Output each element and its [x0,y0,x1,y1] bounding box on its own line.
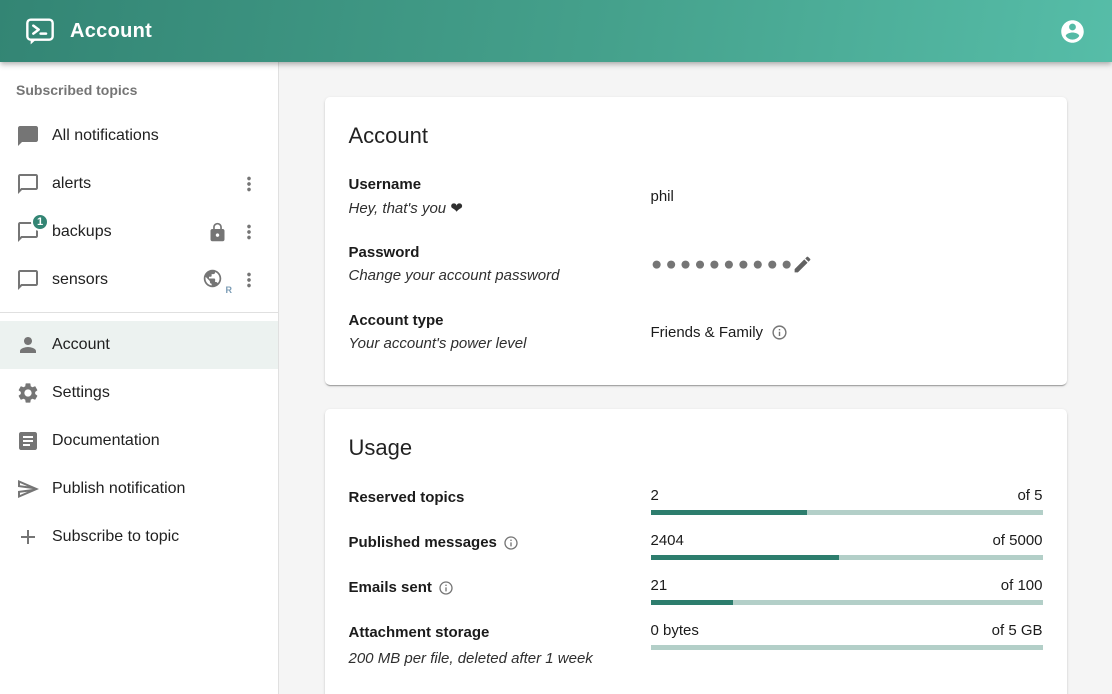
reserved-topics-label: Reserved topics [349,489,651,506]
password-row: Password Change your account password ●●… [349,241,1043,287]
sidebar-item-label: backups [52,223,207,241]
plus-icon [16,525,40,549]
reserved-topics-limit: of 5 [1017,487,1042,504]
more-vert-icon [238,221,260,243]
sidebar-item-subscribe-to-topic[interactable]: Subscribe to topic [0,513,278,561]
account-type-label: Account type [349,312,651,329]
usage-label-text: Attachment storage [349,624,490,641]
sidebar-item-all-notifications[interactable]: All notifications [0,112,278,160]
account-circle-icon [1059,18,1086,45]
usage-label-text: Emails sent [349,579,432,596]
reserved-topics-progressbar [651,510,1043,515]
password-label: Password [349,244,651,261]
username-row: Username Hey, that's you ❤ phil [349,173,1043,219]
account-circle-button[interactable] [1055,14,1090,49]
password-sublabel: Change your account password [349,267,651,284]
chat-bubble-outline-icon: 1 [16,220,40,244]
attachment-storage-sublabel: 200 MB per file, deleted after 1 week [349,650,651,667]
published-messages-limit: of 5000 [992,532,1042,549]
account-type-row: Account type Your account's power level … [349,309,1043,355]
username-label: Username [349,176,651,193]
published-messages-value: 2404 [651,532,684,549]
emails-sent-limit: of 100 [1001,577,1043,594]
published-messages-progressbar [651,555,1043,560]
emails-sent-row: Emails sent 21 of 100 [349,577,1043,605]
usage-card-title: Usage [349,435,1043,461]
usage-label-text: Published messages [349,534,497,551]
backups-menu-button[interactable] [234,217,264,247]
ntfy-logo-icon [24,15,56,47]
more-vert-icon [238,269,260,291]
unread-count-badge: 1 [31,213,49,231]
progress-fill [651,510,808,515]
published-messages-label: Published messages [349,534,651,551]
sidebar-item-label: Documentation [52,432,270,450]
sidebar-item-label: All notifications [52,127,270,145]
sidebar-item-sensors[interactable]: sensors R [0,256,278,304]
attachment-storage-row: Attachment storage 200 MB per file, dele… [349,622,1043,667]
attachment-storage-value: 0 bytes [651,622,699,639]
sidebar-item-label: sensors [52,271,202,289]
chat-bubble-outline-icon [16,268,40,292]
emails-sent-value: 21 [651,577,668,594]
lock-icon [207,222,228,243]
info-icon[interactable] [503,535,519,551]
sidebar-item-label: Account [52,336,270,354]
published-messages-row: Published messages 2404 of 5000 [349,532,1043,560]
reserved-suffix: R [226,285,233,295]
send-icon [16,477,40,501]
progress-fill [651,555,839,560]
subscribed-topics-heading: Subscribed topics [0,82,278,112]
person-icon [16,333,40,357]
article-icon [16,429,40,453]
username-sublabel: Hey, that's you ❤ [349,199,651,217]
password-masked-value: ●●●●●●●●●● [651,253,796,274]
username-value: phil [651,188,674,205]
sidebar-item-label: Publish notification [52,480,270,498]
reserved-topics-row: Reserved topics 2 of 5 [349,487,1043,515]
info-icon[interactable] [438,580,454,596]
sidebar-divider [0,312,278,313]
sidebar-item-account[interactable]: Account [0,321,278,369]
chat-bubble-outline-icon [16,172,40,196]
sensors-menu-button[interactable] [234,265,264,295]
sidebar-item-label: alerts [52,175,234,193]
sidebar-item-label: Settings [52,384,270,402]
attachment-storage-progressbar [651,645,1043,650]
more-vert-icon [238,173,260,195]
account-card: Account Username Hey, that's you ❤ phil … [325,97,1067,385]
sidebar-item-documentation[interactable]: Documentation [0,417,278,465]
account-type-value: Friends & Family [651,324,764,341]
app-header: Account [0,0,1112,62]
account-card-title: Account [349,123,1043,149]
chat-bubble-filled-icon [16,124,40,148]
alerts-menu-button[interactable] [234,169,264,199]
sidebar-item-publish-notification[interactable]: Publish notification [0,465,278,513]
sidebar-item-settings[interactable]: Settings [0,369,278,417]
reserved-topics-value: 2 [651,487,659,504]
attachment-storage-limit: of 5 GB [992,622,1043,639]
progress-fill [651,600,733,605]
page-title: Account [70,20,1055,43]
sidebar-item-backups[interactable]: 1 backups [0,208,278,256]
sidebar-item-label: Subscribe to topic [52,528,270,546]
public-reserved-icon: R [202,268,228,292]
info-icon[interactable] [771,324,788,341]
main-content: Account Username Hey, that's you ❤ phil … [279,62,1112,694]
usage-card: Usage Reserved topics 2 of 5 [325,409,1067,694]
account-type-sublabel: Your account's power level [349,335,651,352]
sidebar-item-alerts[interactable]: alerts [0,160,278,208]
attachment-storage-label: Attachment storage [349,624,651,641]
emails-sent-progressbar [651,600,1043,605]
emails-sent-label: Emails sent [349,579,651,596]
gear-icon [16,381,40,405]
usage-label-text: Reserved topics [349,489,465,506]
sidebar: Subscribed topics All notifications aler… [0,62,279,694]
